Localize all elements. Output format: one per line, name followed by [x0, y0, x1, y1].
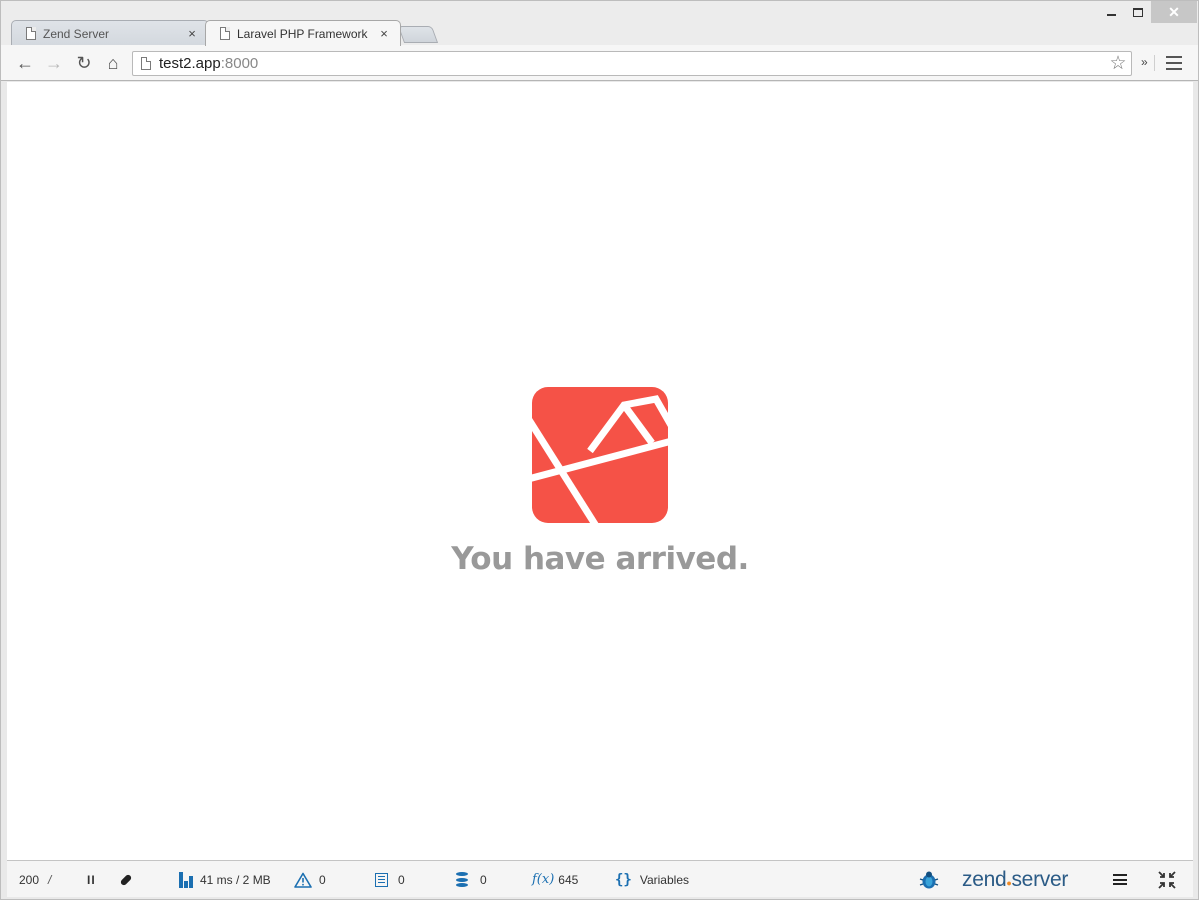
- tab-title: Laravel PHP Framework: [237, 26, 368, 41]
- braces-icon: {}: [615, 871, 632, 888]
- database-icon: [456, 872, 468, 887]
- back-button[interactable]: ←: [14, 52, 36, 74]
- function-icon: f(x): [532, 872, 555, 887]
- home-button[interactable]: ⌂: [102, 52, 124, 74]
- collapse-arrows-icon: [1158, 870, 1176, 889]
- bug-icon: [919, 871, 939, 888]
- brand-dot: ●: [1006, 877, 1012, 888]
- zend-server-logo: zend ● server: [962, 861, 1068, 898]
- warnings-count: 0: [319, 872, 326, 887]
- page-heading: You have arrived.: [451, 541, 749, 577]
- forward-button[interactable]: →: [43, 52, 65, 74]
- browser-menu-icon[interactable]: [1166, 56, 1182, 70]
- laravel-logo: [532, 387, 668, 523]
- minimize-icon: [1106, 14, 1116, 16]
- eraser-icon: [119, 873, 133, 886]
- bookmark-star-icon[interactable]: ☆: [1107, 52, 1129, 75]
- brand-server: server: [1011, 867, 1069, 891]
- minimize-button[interactable]: [1097, 1, 1125, 23]
- url-host: test2.app: [159, 55, 221, 72]
- page-icon: [26, 27, 36, 40]
- zend-debug-bar: 200 / II 41 ms / 2 MB 0 0 0 f(x) 645 {} …: [7, 860, 1193, 897]
- status-separator: /: [48, 872, 52, 887]
- window-close-button[interactable]: ✕: [1151, 1, 1197, 23]
- browser-window: Zend Server × Laravel PHP Framework × ✕ …: [0, 0, 1199, 900]
- navigation-toolbar: ← → ↻ ⌂ test2.app:8000 ☆ »: [1, 45, 1198, 81]
- warnings-panel-button[interactable]: 0: [294, 861, 326, 898]
- tab-close-icon[interactable]: ×: [378, 26, 390, 41]
- maximize-icon: [1133, 7, 1143, 17]
- title-bar: Zend Server × Laravel PHP Framework × ✕: [1, 1, 1198, 46]
- log-icon: [375, 872, 388, 887]
- variables-label: Variables: [639, 872, 689, 887]
- tab-title: Zend Server: [43, 26, 110, 41]
- url-port: :8000: [220, 55, 259, 72]
- database-panel-button[interactable]: 0: [456, 861, 487, 898]
- pause-button[interactable]: II: [87, 861, 96, 898]
- address-bar[interactable]: test2.app:8000 ☆: [132, 51, 1132, 76]
- time-memory-value: 41 ms / 2 MB: [200, 872, 271, 887]
- clear-button[interactable]: [119, 861, 133, 898]
- performance-panel-button[interactable]: 41 ms / 2 MB: [179, 861, 271, 898]
- logs-count: 0: [398, 872, 405, 887]
- status-code[interactable]: 200 /: [19, 861, 51, 898]
- extensions-overflow-button[interactable]: »: [1141, 55, 1155, 71]
- status-code-value: 200: [19, 872, 40, 887]
- functions-count: 645: [558, 872, 579, 887]
- variables-panel-button[interactable]: {} Variables: [615, 861, 689, 898]
- collapse-button[interactable]: [1157, 861, 1177, 898]
- queries-count: 0: [480, 872, 487, 887]
- warning-icon: [294, 872, 312, 888]
- zend-menu-button[interactable]: [1113, 861, 1127, 898]
- reload-button[interactable]: ↻: [73, 52, 95, 74]
- maximize-button[interactable]: [1125, 1, 1151, 23]
- page-icon: [141, 57, 151, 70]
- page-icon: [220, 27, 230, 40]
- functions-panel-button[interactable]: f(x) 645: [532, 861, 578, 898]
- logs-panel-button[interactable]: 0: [375, 861, 405, 898]
- tab-laravel[interactable]: Laravel PHP Framework ×: [205, 20, 401, 46]
- hamburger-icon: [1113, 874, 1127, 885]
- tab-zend-server[interactable]: Zend Server ×: [11, 20, 209, 46]
- brand-zend: zend: [962, 867, 1007, 891]
- new-tab-button[interactable]: [397, 26, 439, 43]
- bar-chart-icon: [179, 871, 194, 888]
- debugger-button[interactable]: [919, 861, 939, 898]
- page-viewport: You have arrived.: [7, 82, 1193, 860]
- tab-close-icon[interactable]: ×: [186, 26, 198, 41]
